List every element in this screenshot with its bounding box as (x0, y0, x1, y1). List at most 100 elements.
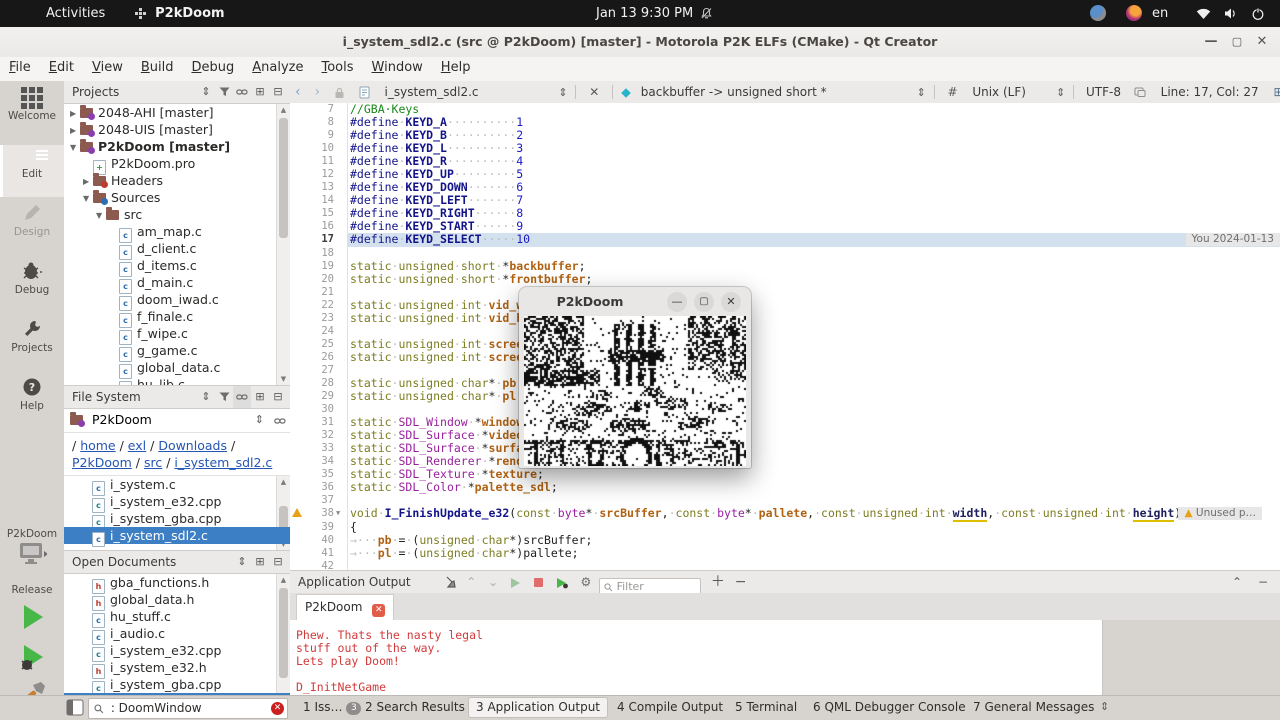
application-output-text[interactable]: Phew. Thats the nasty legalstuff out of … (290, 620, 1102, 704)
clock[interactable]: Jan 13 9:30 PM (596, 0, 693, 27)
output-run-icon[interactable] (506, 575, 525, 589)
code-line-23[interactable]: 23static·unsigned·int·vid_height; (290, 312, 1280, 325)
output-pane-button-5[interactable]: 5 Terminal (728, 698, 804, 717)
open-doc-i-audio-c[interactable]: ci_audio.c (64, 625, 290, 642)
tree-item-d-items-c[interactable]: cd_items.c (64, 257, 290, 274)
output-stop-icon[interactable] (529, 575, 548, 589)
lock-icon[interactable] (329, 81, 350, 103)
zoom-out-icon[interactable]: − (735, 574, 747, 590)
wifi-icon[interactable] (1196, 0, 1211, 27)
tree-item-2048-uis-master-[interactable]: ▶2048-UIS [master] (64, 121, 290, 138)
keyboard-layout-indicator[interactable]: en (1152, 0, 1168, 27)
toggle-left-sidebar-icon[interactable] (66, 699, 84, 716)
tree-item-f-finale-c[interactable]: cf_finale.c (64, 308, 290, 325)
open-doc-gba-functions-h[interactable]: hgba_functions.h (64, 574, 290, 591)
doom-game-framebuffer[interactable] (524, 316, 746, 466)
open-file-dropdown[interactable]: i_system_sdl2.c (379, 81, 555, 103)
tree-item-hu-lib-c[interactable]: chu_lib.c (64, 376, 290, 385)
menu-window[interactable]: Window (363, 57, 432, 78)
breadcrumb-segment[interactable]: P2kDoom (72, 455, 132, 470)
code-line-17[interactable]: 17#define·KEYD_SELECT·····10You 2024-01-… (290, 233, 1280, 246)
doom-game-window[interactable]: P2kDoom — ▢ ✕ (519, 287, 751, 468)
output-pane-button-3[interactable]: 3 Application Output (468, 697, 608, 718)
open-doc-i-system-gba-cpp[interactable]: ci_system_gba.cpp (64, 676, 290, 693)
output-tab-p2kdoom[interactable]: P2kDoom ✕ (296, 594, 394, 621)
close-output-tab-icon[interactable]: ✕ (372, 604, 385, 617)
doom-minimize-button[interactable]: — (667, 292, 687, 312)
menu-edit[interactable]: Edit (40, 57, 83, 78)
close-panel-icon[interactable]: ⊟ (269, 81, 287, 103)
tree-item-p2kdoom-pro[interactable]: +P2kDoom.pro (64, 155, 290, 172)
link-with-editor-icon[interactable] (233, 81, 251, 103)
panel-combo-arrows-icon[interactable]: ⇕ (197, 81, 215, 103)
menu-tools[interactable]: Tools (312, 57, 362, 78)
window-close-button[interactable]: ✕ (1251, 31, 1273, 53)
power-icon[interactable] (1251, 0, 1265, 27)
maximize-output-pane-icon[interactable]: ⌃ (1232, 571, 1242, 593)
mode-projects[interactable]: Projects (0, 319, 64, 371)
output-pane-combo-arrows-icon[interactable]: ⇕ (1100, 700, 1109, 713)
split-panel-icon[interactable]: ⊞ (251, 551, 269, 573)
tree-item-doom-iwad-c[interactable]: cdoom_iwad.c (64, 291, 290, 308)
menu-build[interactable]: Build (132, 57, 183, 78)
document-icon[interactable] (354, 81, 375, 103)
window-minimize-button[interactable]: — (1200, 31, 1222, 53)
output-pane-button-7[interactable]: 7 General Messages (966, 698, 1101, 717)
sync-root-icon[interactable] (274, 409, 286, 431)
code-editor[interactable]: 7//GBA·Keys8#define·KEYD_A··········19#d… (290, 103, 1280, 570)
close-panel-icon[interactable]: ⊟ (269, 551, 287, 573)
expander-icon[interactable]: ▼ (70, 139, 80, 156)
encoding-indicator[interactable]: UTF-8 (1082, 85, 1125, 99)
filter-icon[interactable] (215, 81, 233, 103)
tree-item-p2kdoom-master-[interactable]: ▼P2kDoom [master] (64, 138, 290, 155)
browser-tray-icon[interactable] (1126, 0, 1142, 27)
output-settings-gear-icon[interactable]: ⚙ (576, 575, 595, 589)
expander-icon[interactable]: ▶ (70, 122, 80, 139)
split-panel-icon[interactable]: ⊞ (251, 386, 269, 408)
split-editor-icon[interactable]: ⊞ (1268, 81, 1280, 103)
tree-item-src[interactable]: ▼src (64, 206, 290, 223)
filesystem-root-selector[interactable]: P2kDoom ⇕ (64, 409, 290, 433)
expander-icon[interactable]: ▶ (83, 173, 93, 190)
doom-close-button[interactable]: ✕ (721, 292, 741, 312)
tree-item-f-wipe-c[interactable]: cf_wipe.c (64, 325, 290, 342)
open-doc-i-system-e32-cpp[interactable]: ci_system_e32.cpp (64, 642, 290, 659)
fs-file-i-system-c[interactable]: ci_system.c (64, 476, 290, 493)
run-button[interactable] (16, 601, 48, 633)
macro-hash-indicator[interactable]: # (942, 81, 962, 103)
output-pane-button-2[interactable]: 2 Search Results (358, 698, 472, 717)
forward-icon[interactable]: › (309, 81, 325, 103)
next-item-icon[interactable]: ⌄ (484, 575, 502, 589)
code-line-29[interactable]: 29static·unsigned·char*·pl·= (290, 390, 1280, 403)
code-line-41[interactable]: 41→···pl·=·(unsigned·char*)pallete; (290, 547, 1280, 560)
breadcrumb-segment[interactable]: exl (128, 438, 146, 453)
weather-tray-icon[interactable] (1090, 0, 1106, 27)
mode-welcome[interactable]: Welcome (0, 87, 64, 139)
mode-edit[interactable]: Edit (0, 145, 64, 197)
close-document-icon[interactable]: ✕ (584, 81, 604, 103)
debug-run-button[interactable] (16, 641, 48, 673)
fold-marker-icon[interactable]: ▼ (336, 507, 346, 520)
code-line-36[interactable]: 36static·SDL_Color·*palette_sdl; (290, 481, 1280, 494)
locator-input[interactable]: : DoomWindow ✕ (88, 698, 288, 719)
breadcrumb-segment[interactable]: src (144, 455, 162, 470)
expander-icon[interactable]: ▼ (96, 207, 106, 224)
volume-icon[interactable] (1224, 0, 1239, 27)
panel-combo-arrows-icon[interactable]: ⇕ (197, 386, 215, 408)
open-doc-hu-stuff-c[interactable]: chu_stuff.c (64, 608, 290, 625)
code-line-38[interactable]: 38▼void·I_FinishUpdate_e32(const·byte*·s… (290, 507, 1280, 520)
breadcrumb-segment[interactable]: home (80, 438, 115, 453)
open-doc-global-data-h[interactable]: hglobal_data.h (64, 591, 290, 608)
mode-debug[interactable]: Debug (0, 261, 64, 313)
menu-view[interactable]: View (83, 57, 132, 78)
output-rerun-debug-icon[interactable] (552, 575, 573, 589)
split-panel-icon[interactable]: ⊞ (251, 81, 269, 103)
mode-design[interactable]: Design (0, 203, 64, 255)
code-line-26[interactable]: 26static·unsigned·int·screen_height; (290, 351, 1280, 364)
zoom-in-icon[interactable]: ＋ (705, 574, 731, 590)
menu-debug[interactable]: Debug (182, 57, 243, 78)
tree-item-d-client-c[interactable]: cd_client.c (64, 240, 290, 257)
filter-icon[interactable] (215, 386, 233, 408)
menu-file[interactable]: File (0, 57, 40, 78)
window-maximize-button[interactable]: ▢ (1226, 31, 1248, 53)
